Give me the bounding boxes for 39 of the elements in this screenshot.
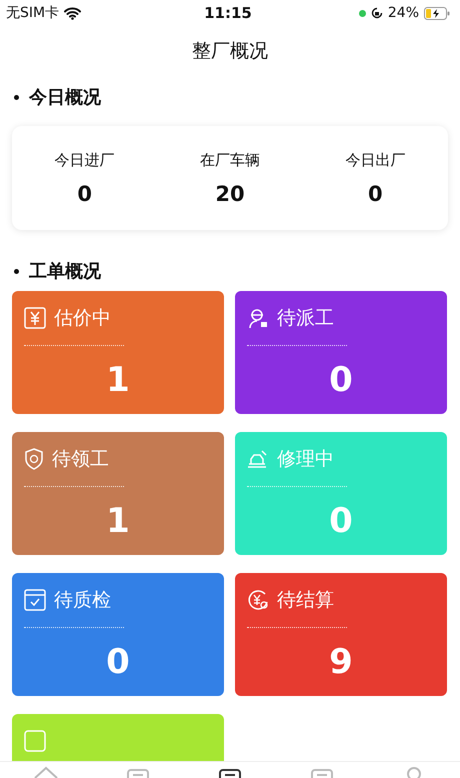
wifi-icon bbox=[64, 6, 82, 20]
yuan-icon bbox=[24, 307, 46, 329]
status-card[interactable]: 待领工 1 bbox=[12, 432, 224, 555]
stat-label: 今日出厂 bbox=[345, 150, 406, 170]
box-icon bbox=[24, 730, 46, 752]
card-title: 修理中 bbox=[277, 447, 334, 472]
card-count: 0 bbox=[105, 642, 131, 682]
card-count: 0 bbox=[328, 501, 354, 541]
worker-icon bbox=[247, 307, 269, 329]
stat-value: 20 bbox=[215, 182, 245, 206]
card-title: 待派工 bbox=[277, 306, 334, 331]
status-time: 11:15 bbox=[204, 4, 252, 22]
stat-value: 0 bbox=[77, 182, 92, 206]
stat-label: 在厂车辆 bbox=[200, 150, 260, 170]
card-count: 9 bbox=[328, 642, 354, 682]
shield-icon bbox=[24, 448, 44, 470]
card-count: 1 bbox=[105, 501, 131, 541]
card-title: 待结算 bbox=[277, 588, 334, 613]
card-title: 待质检 bbox=[54, 588, 111, 613]
car-repair-icon bbox=[247, 448, 269, 470]
stat-value: 0 bbox=[368, 182, 383, 206]
dot-icon bbox=[358, 10, 366, 16]
checklist-icon bbox=[24, 589, 46, 611]
page-title: 整厂概况 bbox=[191, 39, 269, 64]
stat-label: 今日进厂 bbox=[54, 150, 115, 170]
card-title: 估价中 bbox=[54, 306, 111, 331]
status-card[interactable]: 估价中 1 bbox=[12, 291, 224, 414]
status-card[interactable]: 待质检 0 bbox=[12, 573, 224, 696]
battery-percent: 24% bbox=[388, 5, 419, 21]
card-count: 0 bbox=[328, 360, 354, 400]
section-heading: 今日概况 bbox=[29, 86, 101, 109]
status-card[interactable]: 待派工 0 bbox=[235, 291, 447, 414]
card-title: 待领工 bbox=[52, 447, 109, 472]
status-card[interactable]: 待结算 9 bbox=[235, 573, 447, 696]
carrier-name: 无SIM卡 bbox=[6, 4, 60, 22]
rotation-lock-icon bbox=[370, 7, 383, 19]
section-heading: 工单概况 bbox=[29, 260, 101, 283]
yuan-coin-icon bbox=[247, 589, 269, 611]
card-count: 1 bbox=[105, 360, 131, 400]
